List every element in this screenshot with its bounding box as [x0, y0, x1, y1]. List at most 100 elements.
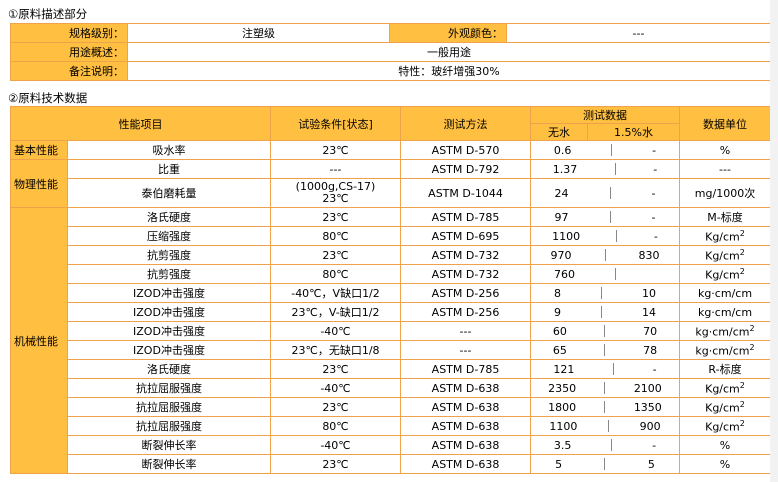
color-label: 外观颜色：	[389, 23, 507, 43]
property-name: 泰伯磨耗量	[67, 178, 271, 208]
test-data: 65 78	[530, 340, 680, 360]
header-dry: 无水	[530, 123, 588, 141]
grade-label: 规格级别：	[10, 23, 128, 43]
category-basic: 基本性能	[10, 140, 68, 160]
wet-value: 10	[642, 286, 656, 300]
property-name: 吸水率	[67, 140, 271, 160]
test-method: ASTM D-638	[400, 378, 531, 398]
wet-value: -	[651, 186, 656, 200]
data-unit: kg·cm/cm2	[679, 321, 771, 341]
dry-value: 24	[554, 186, 569, 200]
wet-value: 70	[643, 324, 658, 338]
test-method: ASTM D-638	[400, 454, 531, 474]
property-name: 抗拉屈服强度	[67, 397, 271, 417]
test-condition: -40℃	[270, 378, 401, 398]
wet-value: -	[653, 229, 658, 243]
test-condition: -40℃，V缺口1/2	[270, 283, 401, 303]
data-unit: Kg/cm2	[679, 264, 771, 284]
test-data: 121 -	[530, 359, 680, 379]
test-condition: 23℃	[270, 359, 401, 379]
test-condition: 23℃	[270, 397, 401, 417]
test-data: 8 10	[530, 283, 680, 303]
header-condition: 试验条件[状态]	[270, 106, 401, 141]
property-name: 洛氏硬度	[67, 207, 271, 227]
usage-value: 一般用途	[127, 42, 771, 62]
test-data: 60 70	[530, 321, 680, 341]
test-condition: 23℃，V-缺口1/2	[270, 302, 401, 322]
test-condition: -40℃	[270, 435, 401, 455]
table-row: IZOD冲击强度 -40℃，V缺口1/2 ASTM D-256 8 10 kg·cm/cm	[11, 283, 771, 303]
dry-value: 1.37	[552, 162, 578, 176]
section2-title: ②原料技术数据	[8, 91, 88, 105]
property-name: 断裂伸长率	[67, 435, 271, 455]
test-condition: 23℃	[270, 245, 401, 265]
wet-value: 78	[643, 343, 658, 357]
data-unit: ---	[679, 159, 771, 179]
table-row: IZOD冲击强度 23℃，无缺口1/8 --- 65 78 kg·cm/cm2	[11, 340, 771, 360]
table-row: 洛氏硬度 23℃ ASTM D-785 121 - R-标度	[11, 359, 771, 379]
dry-value: 1100	[552, 229, 581, 243]
header-unit: 数据单位	[679, 106, 771, 141]
wet-value: 900	[639, 419, 661, 433]
test-data: 2350 2100	[530, 378, 680, 398]
table-row: 基本性能 吸水率 23℃ ASTM D-570 0.6 -%	[10, 140, 771, 160]
table-row: 抗剪强度 80℃ ASTM D-732 760 Kg/cm2	[11, 264, 771, 284]
header-wet: 1.5%水	[587, 123, 680, 141]
test-method: ASTM D-570	[400, 140, 531, 160]
data-unit: %	[679, 435, 771, 455]
vertical-scrollbar[interactable]	[770, 0, 778, 482]
test-condition: 23℃，无缺口1/8	[270, 340, 401, 360]
test-data: 1100 900	[530, 416, 680, 436]
color-value: ---	[506, 23, 771, 43]
dry-value: 970	[550, 248, 572, 262]
grade-value: 注塑级	[127, 23, 390, 43]
test-method: ASTM D-732	[400, 264, 531, 284]
usage-label: 用途概述：	[10, 42, 128, 62]
test-method: ASTM D-638	[400, 435, 531, 455]
property-name: 洛氏硬度	[67, 359, 271, 379]
property-name: 压缩强度	[67, 226, 271, 246]
dry-value: 60	[552, 324, 567, 338]
wet-value: 1350	[633, 400, 662, 414]
property-name: 抗剪强度	[67, 264, 271, 284]
dry-value: 97	[554, 210, 569, 224]
wet-value: -	[651, 210, 656, 224]
property-name: IZOD冲击强度	[67, 283, 271, 303]
data-unit: %	[679, 454, 771, 474]
test-condition: 23℃	[270, 454, 401, 474]
property-name: 抗剪强度	[67, 245, 271, 265]
test-method: ASTM D-638	[400, 416, 531, 436]
test-condition: 80℃	[270, 226, 401, 246]
dry-value: 760	[554, 267, 575, 281]
wet-value: 2100	[633, 381, 662, 395]
table-row: 抗拉屈服强度 80℃ ASTM D-638 1100 900 Kg/cm2	[11, 416, 771, 436]
test-condition: -40℃	[270, 321, 401, 341]
test-method: ---	[400, 340, 531, 360]
test-data: 0.6 -	[530, 140, 680, 160]
test-method: ASTM D-732	[400, 245, 531, 265]
table-row: 断裂伸长率 23℃ ASTM D-638 5 5%	[11, 454, 771, 474]
property-name: 抗拉屈服强度	[67, 416, 271, 436]
wet-value: 830	[638, 248, 660, 262]
table-row: 压缩强度 80℃ ASTM D-695 1100 - Kg/cm2	[11, 226, 771, 246]
table-row: 泰伯磨耗量 (1000g,CS-17) 23℃ ASTM D-1044 24 - mg/10…	[11, 178, 771, 208]
dry-value: 65	[552, 343, 567, 357]
dry-value: 121	[553, 362, 575, 376]
category-physical: 物理性能	[10, 159, 68, 208]
test-data: 97 -	[530, 207, 680, 227]
test-method: ASTM D-695	[400, 226, 531, 246]
test-data: 9 14	[530, 302, 680, 322]
table-row: 物理性能 比重 --- ASTM D-792 1.37- ---	[10, 159, 771, 208]
dry-value: 3.5	[553, 438, 572, 452]
section1-title: ①原料描述部分	[8, 7, 88, 21]
data-unit: R-标度	[679, 359, 771, 379]
wet-value: 14	[642, 305, 656, 319]
data-unit: M-标度	[679, 207, 771, 227]
table-row: IZOD冲击强度 23℃，V-缺口1/2 ASTM D-256 9 14 kg·cm/cm	[11, 302, 771, 322]
test-condition: ---	[270, 159, 401, 179]
remark-label: 备注说明：	[10, 61, 128, 81]
dry-value: 1100	[549, 419, 578, 433]
data-unit: %	[679, 140, 771, 160]
data-unit: Kg/cm2	[679, 378, 771, 398]
header-data: 测试数据	[530, 106, 680, 124]
